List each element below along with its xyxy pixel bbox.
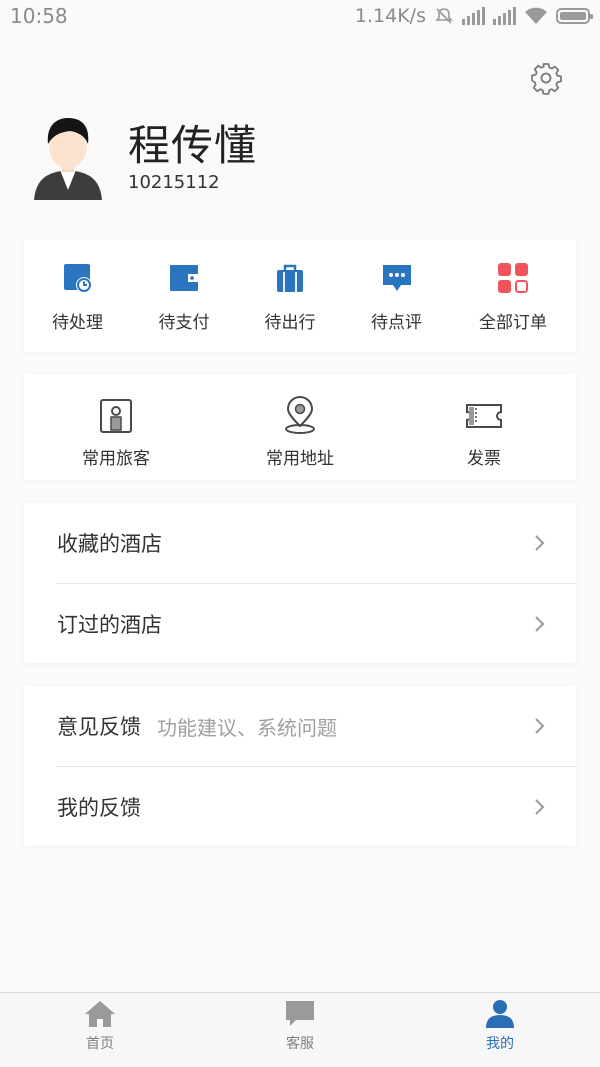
booked-hotels-label: 订过的酒店 [57, 612, 162, 637]
order-to-review-label: 待点评 [371, 313, 422, 333]
nav-service[interactable]: 客服 [200, 993, 400, 1067]
orders-card: 待处理 待支付 待出行 待点评 全部订单 [24, 240, 576, 352]
nav-mine[interactable]: 我的 [400, 993, 600, 1067]
saved-hotels-row[interactable]: 收藏的酒店 [57, 503, 576, 583]
feedback-hint: 功能建议、系统问题 [157, 715, 337, 740]
signal-hd-icon [462, 7, 485, 25]
status-icons: 1.14K/s [354, 5, 593, 27]
wallet-icon [170, 265, 198, 291]
grid-icon [498, 263, 528, 293]
order-upcoming[interactable]: 待出行 [237, 240, 343, 352]
order-upcoming-label: 待出行 [264, 313, 316, 333]
status-time: 10:58 [10, 4, 68, 28]
my-feedback-row[interactable]: 我的反馈 [57, 766, 576, 846]
booked-hotels-row[interactable]: 订过的酒店 [57, 583, 576, 663]
hotels-card: 收藏的酒店 订过的酒店 [24, 503, 576, 663]
feedback-row[interactable]: 意见反馈 功能建议、系统问题 [57, 686, 576, 766]
utilities-card: 常用旅客 常用地址 发票 [24, 374, 576, 480]
battery-icon [556, 8, 593, 24]
invoice-label: 发票 [467, 449, 501, 469]
settings-button[interactable] [526, 58, 566, 98]
net-speed: 1.14K/s [354, 5, 426, 27]
order-pending[interactable]: 待处理 [24, 240, 131, 352]
nav-home[interactable]: 首页 [0, 993, 200, 1067]
my-feedback-label: 我的反馈 [57, 795, 141, 820]
comment-icon [382, 265, 411, 291]
order-all[interactable]: 全部订单 [450, 240, 576, 352]
bottom-nav: 首页 客服 我的 [0, 992, 600, 1067]
frequent-travelers-label: 常用旅客 [82, 449, 150, 469]
invoice[interactable]: 发票 [392, 374, 576, 480]
user-name: 程传懂 [128, 121, 258, 170]
user-id: 10215112 [128, 172, 220, 193]
chat-icon [286, 1001, 314, 1026]
chevron-right-icon [535, 535, 545, 551]
user-avatar-icon[interactable] [30, 112, 106, 202]
order-unpaid[interactable]: 待支付 [131, 240, 237, 352]
feedback-label: 意见反馈 [57, 715, 141, 739]
ticket-icon [466, 404, 502, 428]
order-pending-label: 待处理 [52, 313, 103, 333]
luggage-icon [277, 264, 303, 292]
nav-home-label: 首页 [86, 1036, 114, 1052]
home-icon [85, 1001, 115, 1027]
order-to-review[interactable]: 待点评 [343, 240, 450, 352]
frequent-travelers[interactable]: 常用旅客 [24, 374, 208, 480]
mute-icon [435, 8, 453, 24]
signal-hd-icon [493, 7, 516, 25]
order-all-label: 全部订单 [479, 313, 547, 333]
chevron-right-icon [535, 718, 545, 734]
person-icon [486, 1000, 514, 1028]
chevron-right-icon [535, 616, 545, 632]
feedback-card: 意见反馈 功能建议、系统问题 我的反馈 [24, 686, 576, 846]
wifi-icon [525, 7, 547, 24]
gear-icon [531, 63, 562, 95]
nav-service-label: 客服 [286, 1036, 314, 1052]
frequent-addresses-label: 常用地址 [266, 449, 334, 469]
nav-mine-label: 我的 [486, 1036, 514, 1052]
clock-doc-icon [63, 264, 92, 293]
location-pin-icon [285, 396, 315, 434]
frequent-addresses[interactable]: 常用地址 [208, 374, 392, 480]
saved-hotels-label: 收藏的酒店 [57, 532, 162, 556]
order-unpaid-label: 待支付 [158, 313, 210, 333]
status-bar: 10:58 1.14K/s [0, 0, 600, 32]
chevron-right-icon [535, 799, 545, 815]
id-card-icon [100, 399, 132, 433]
